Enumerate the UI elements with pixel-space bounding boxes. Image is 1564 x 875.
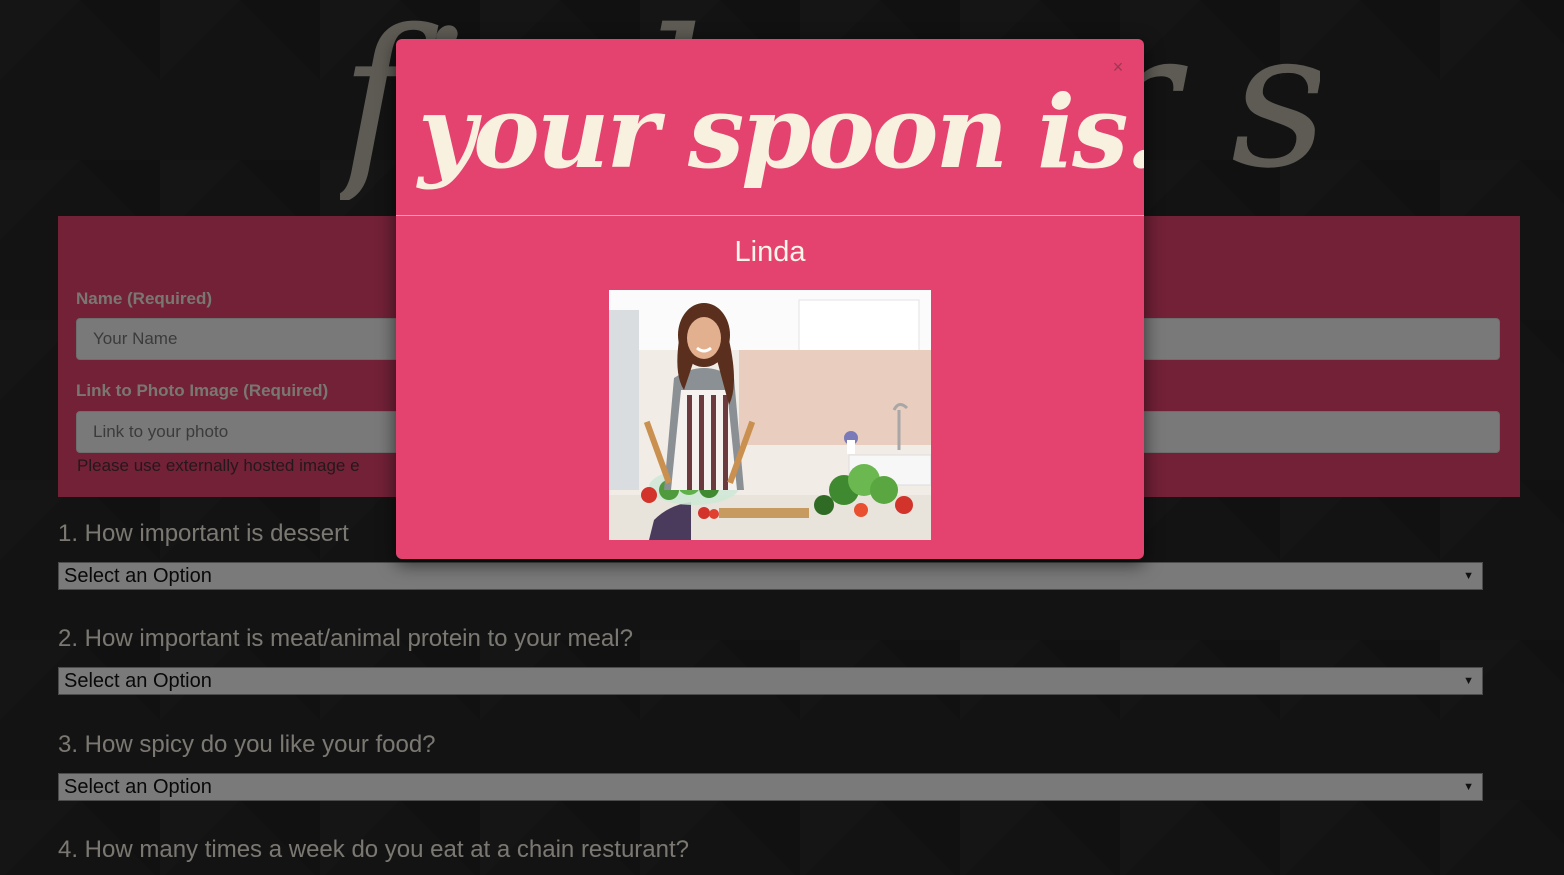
close-icon[interactable]: ×: [1108, 56, 1128, 78]
kitchen-photo-illustration: [609, 290, 931, 540]
page: find your spoon Name (Required) Your Nam…: [0, 0, 1564, 875]
match-photo: [609, 290, 931, 540]
result-modal: your spoon is... × Linda: [396, 39, 1144, 559]
match-name: Linda: [734, 236, 806, 268]
modal-title: your spoon is...: [418, 73, 1144, 191]
modal-header: your spoon is... ×: [396, 39, 1144, 216]
